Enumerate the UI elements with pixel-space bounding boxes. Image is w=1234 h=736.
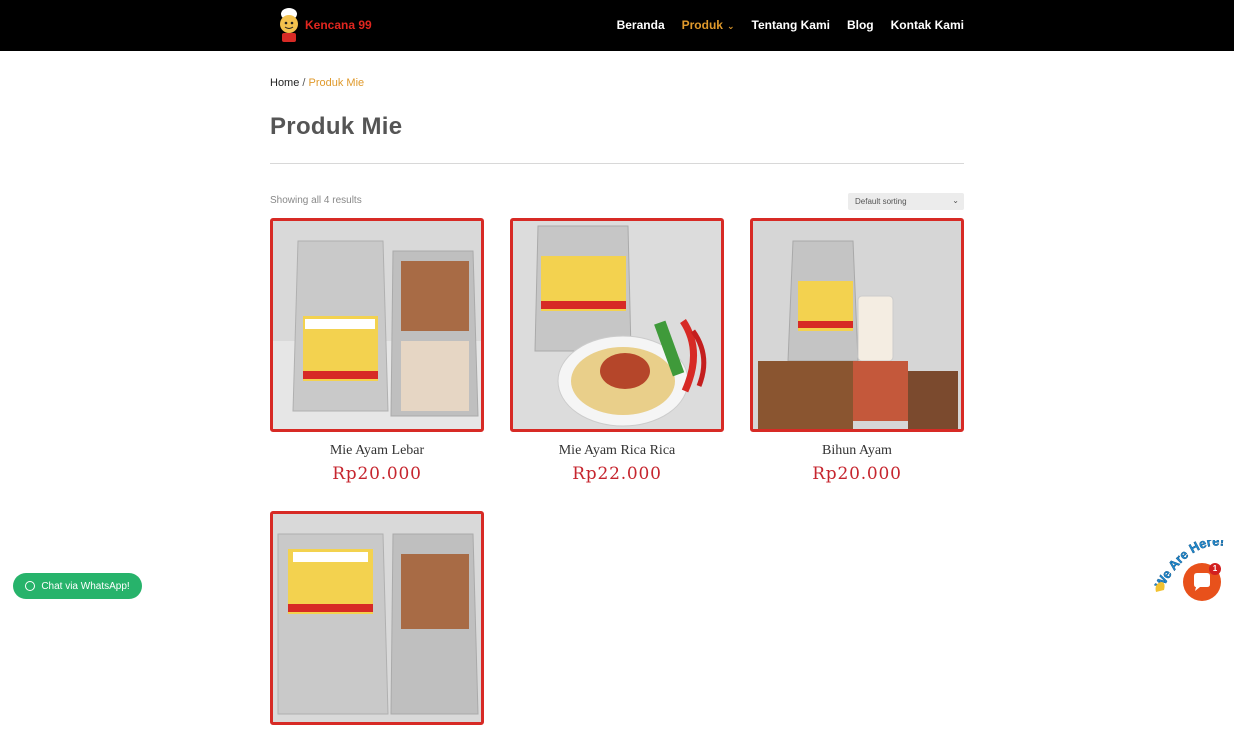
page-title: Produk Mie — [270, 113, 403, 140]
product-card — [270, 511, 484, 736]
product-price: Rp22.000 — [572, 464, 662, 484]
logo-text: Kencana 99 — [305, 18, 372, 32]
product-image[interactable] — [270, 218, 484, 432]
nav-produk[interactable]: Produk ⌄ — [682, 18, 735, 32]
product-image[interactable] — [750, 218, 964, 432]
breadcrumb-separator: / — [299, 77, 309, 89]
product-name[interactable]: Bihun Ayam — [750, 443, 964, 459]
whatsapp-icon — [25, 581, 36, 591]
whatsapp-chat-button[interactable]: Chat via WhatsApp! — [13, 573, 142, 599]
product-card: Bihun Ayam Rp20.000 — [750, 218, 964, 484]
chevron-down-icon: ⌄ — [726, 21, 735, 31]
sort-selected-value: Default sorting — [855, 197, 907, 206]
product-image[interactable] — [270, 511, 484, 725]
main-nav: Beranda Produk ⌄ Tentang Kami Blog Kontak… — [617, 18, 964, 32]
sort-select[interactable]: Default sorting ⌄ — [848, 193, 964, 210]
nav-kontak-kami[interactable]: Kontak Kami — [891, 18, 964, 32]
chevron-down-icon: ⌄ — [952, 196, 959, 205]
chef-mascot-icon — [276, 6, 302, 44]
chat-notification-badge: 1 — [1209, 563, 1221, 575]
title-divider — [270, 163, 964, 164]
product-image[interactable] — [510, 218, 724, 432]
breadcrumb-current: Produk Mie — [308, 77, 365, 89]
site-logo[interactable]: Kencana 99 — [276, 6, 372, 44]
product-name[interactable]: Mie Ayam Lebar — [270, 443, 484, 459]
whatsapp-label: Chat via WhatsApp! — [41, 580, 130, 592]
breadcrumb-home[interactable]: Home — [270, 77, 299, 89]
site-header: Kencana 99 Beranda Produk ⌄ Tentang Kami … — [0, 0, 1234, 51]
nav-tentang-kami[interactable]: Tentang Kami — [752, 18, 830, 32]
nav-produk-label: Produk — [681, 18, 723, 32]
product-card: Mie Ayam Lebar Rp20.000 — [270, 218, 484, 484]
breadcrumb: Home / Produk Mie — [270, 77, 364, 89]
nav-blog[interactable]: Blog — [847, 18, 874, 32]
results-count: Showing all 4 results — [270, 195, 362, 206]
product-card: Mie Ayam Rica Rica Rp22.000 — [510, 218, 724, 484]
product-price: Rp20.000 — [812, 464, 902, 484]
nav-beranda[interactable]: Beranda — [617, 18, 665, 32]
product-name[interactable]: Mie Ayam Rica Rica — [510, 443, 724, 459]
product-price: Rp20.000 — [332, 464, 422, 484]
